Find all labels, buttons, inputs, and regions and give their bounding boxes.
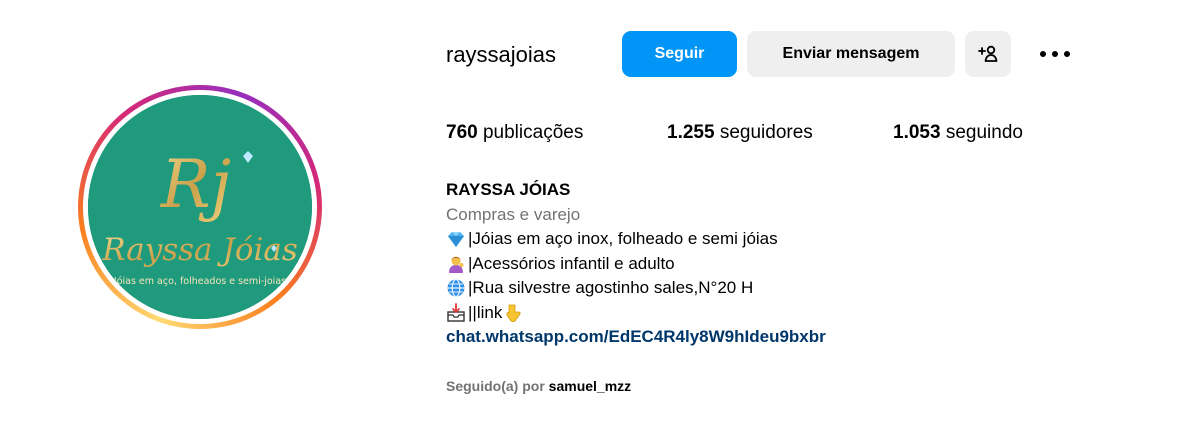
following-number: 1.053 [893,122,941,143]
posts-label: publicações [482,122,584,143]
followed-by-prefix: Seguido(a) por [446,378,545,394]
bio-line: |Rua silvestre agostinho sales,N°20 H [446,276,826,301]
more-options-icon [1040,51,1070,57]
suggest-accounts-button[interactable] [965,31,1011,77]
posts-count: 760 publicações [446,120,583,146]
globe-icon [447,279,465,298]
profile-bio: RAYSSA JÓIAS Compras e varejo |Jóias em … [446,178,826,350]
bio-name: RAYSSA JÓIAS [446,180,571,199]
bio-external-link[interactable]: chat.whatsapp.com/EdEC4R4ly8W9hIdeu9bxbr [446,325,826,350]
pointing-down-icon [506,304,521,322]
svg-text:Jóias em aço, folheados e semi: Jóias em aço, folheados e semi-joias [113,276,286,287]
more-options-button[interactable] [1032,31,1078,77]
followers-label: seguidores [719,122,813,143]
bio-line-text: |Jóias em aço inox, folheado e semi jóia… [468,229,778,248]
bio-category: Compras e varejo [446,204,581,224]
add-person-icon [978,45,998,62]
following-count[interactable]: 1.053 seguindo [893,120,1023,146]
inbox-tray-icon [447,302,465,322]
profile-avatar[interactable]: Rj Rayssa Jóias Jóias em aço, folheados … [88,95,312,319]
followers-number: 1.255 [667,122,715,143]
avatar-gap: Rj Rayssa Jóias Jóias em aço, folheados … [83,90,317,324]
svg-text:Rayssa Jóias: Rayssa Jóias [101,232,298,268]
woman-tipping-hand-icon [449,256,464,273]
bio-line: ||link [446,301,826,326]
brand-logo-image: Rj Rayssa Jóias Jóias em aço, folheados … [88,95,312,319]
followers-count[interactable]: 1.255 seguidores [667,120,813,146]
bio-line-text: ||link [468,302,503,322]
posts-number: 760 [446,122,478,143]
profile-avatar-ring[interactable]: Rj Rayssa Jóias Jóias em aço, folheados … [78,85,322,329]
bio-line: |Acessórios infantil e adulto [446,252,826,277]
following-label: seguindo [945,122,1023,143]
followed-by-user[interactable]: samuel_mzz [549,378,631,394]
bio-line-text: |Rua silvestre agostinho sales,N°20 H [468,278,754,297]
bio-line: |Jóias em aço inox, folheado e semi jóia… [446,227,826,252]
profile-username: rayssajoias [446,42,557,67]
followed-by[interactable]: Seguido(a) por samuel_mzz [446,376,631,396]
gem-icon [448,232,464,248]
send-message-button[interactable]: Enviar mensagem [747,31,955,77]
follow-button[interactable]: Seguir [622,31,737,77]
bio-line-text: |Acessórios infantil e adulto [468,253,675,273]
svg-text:Rj: Rj [160,146,231,223]
